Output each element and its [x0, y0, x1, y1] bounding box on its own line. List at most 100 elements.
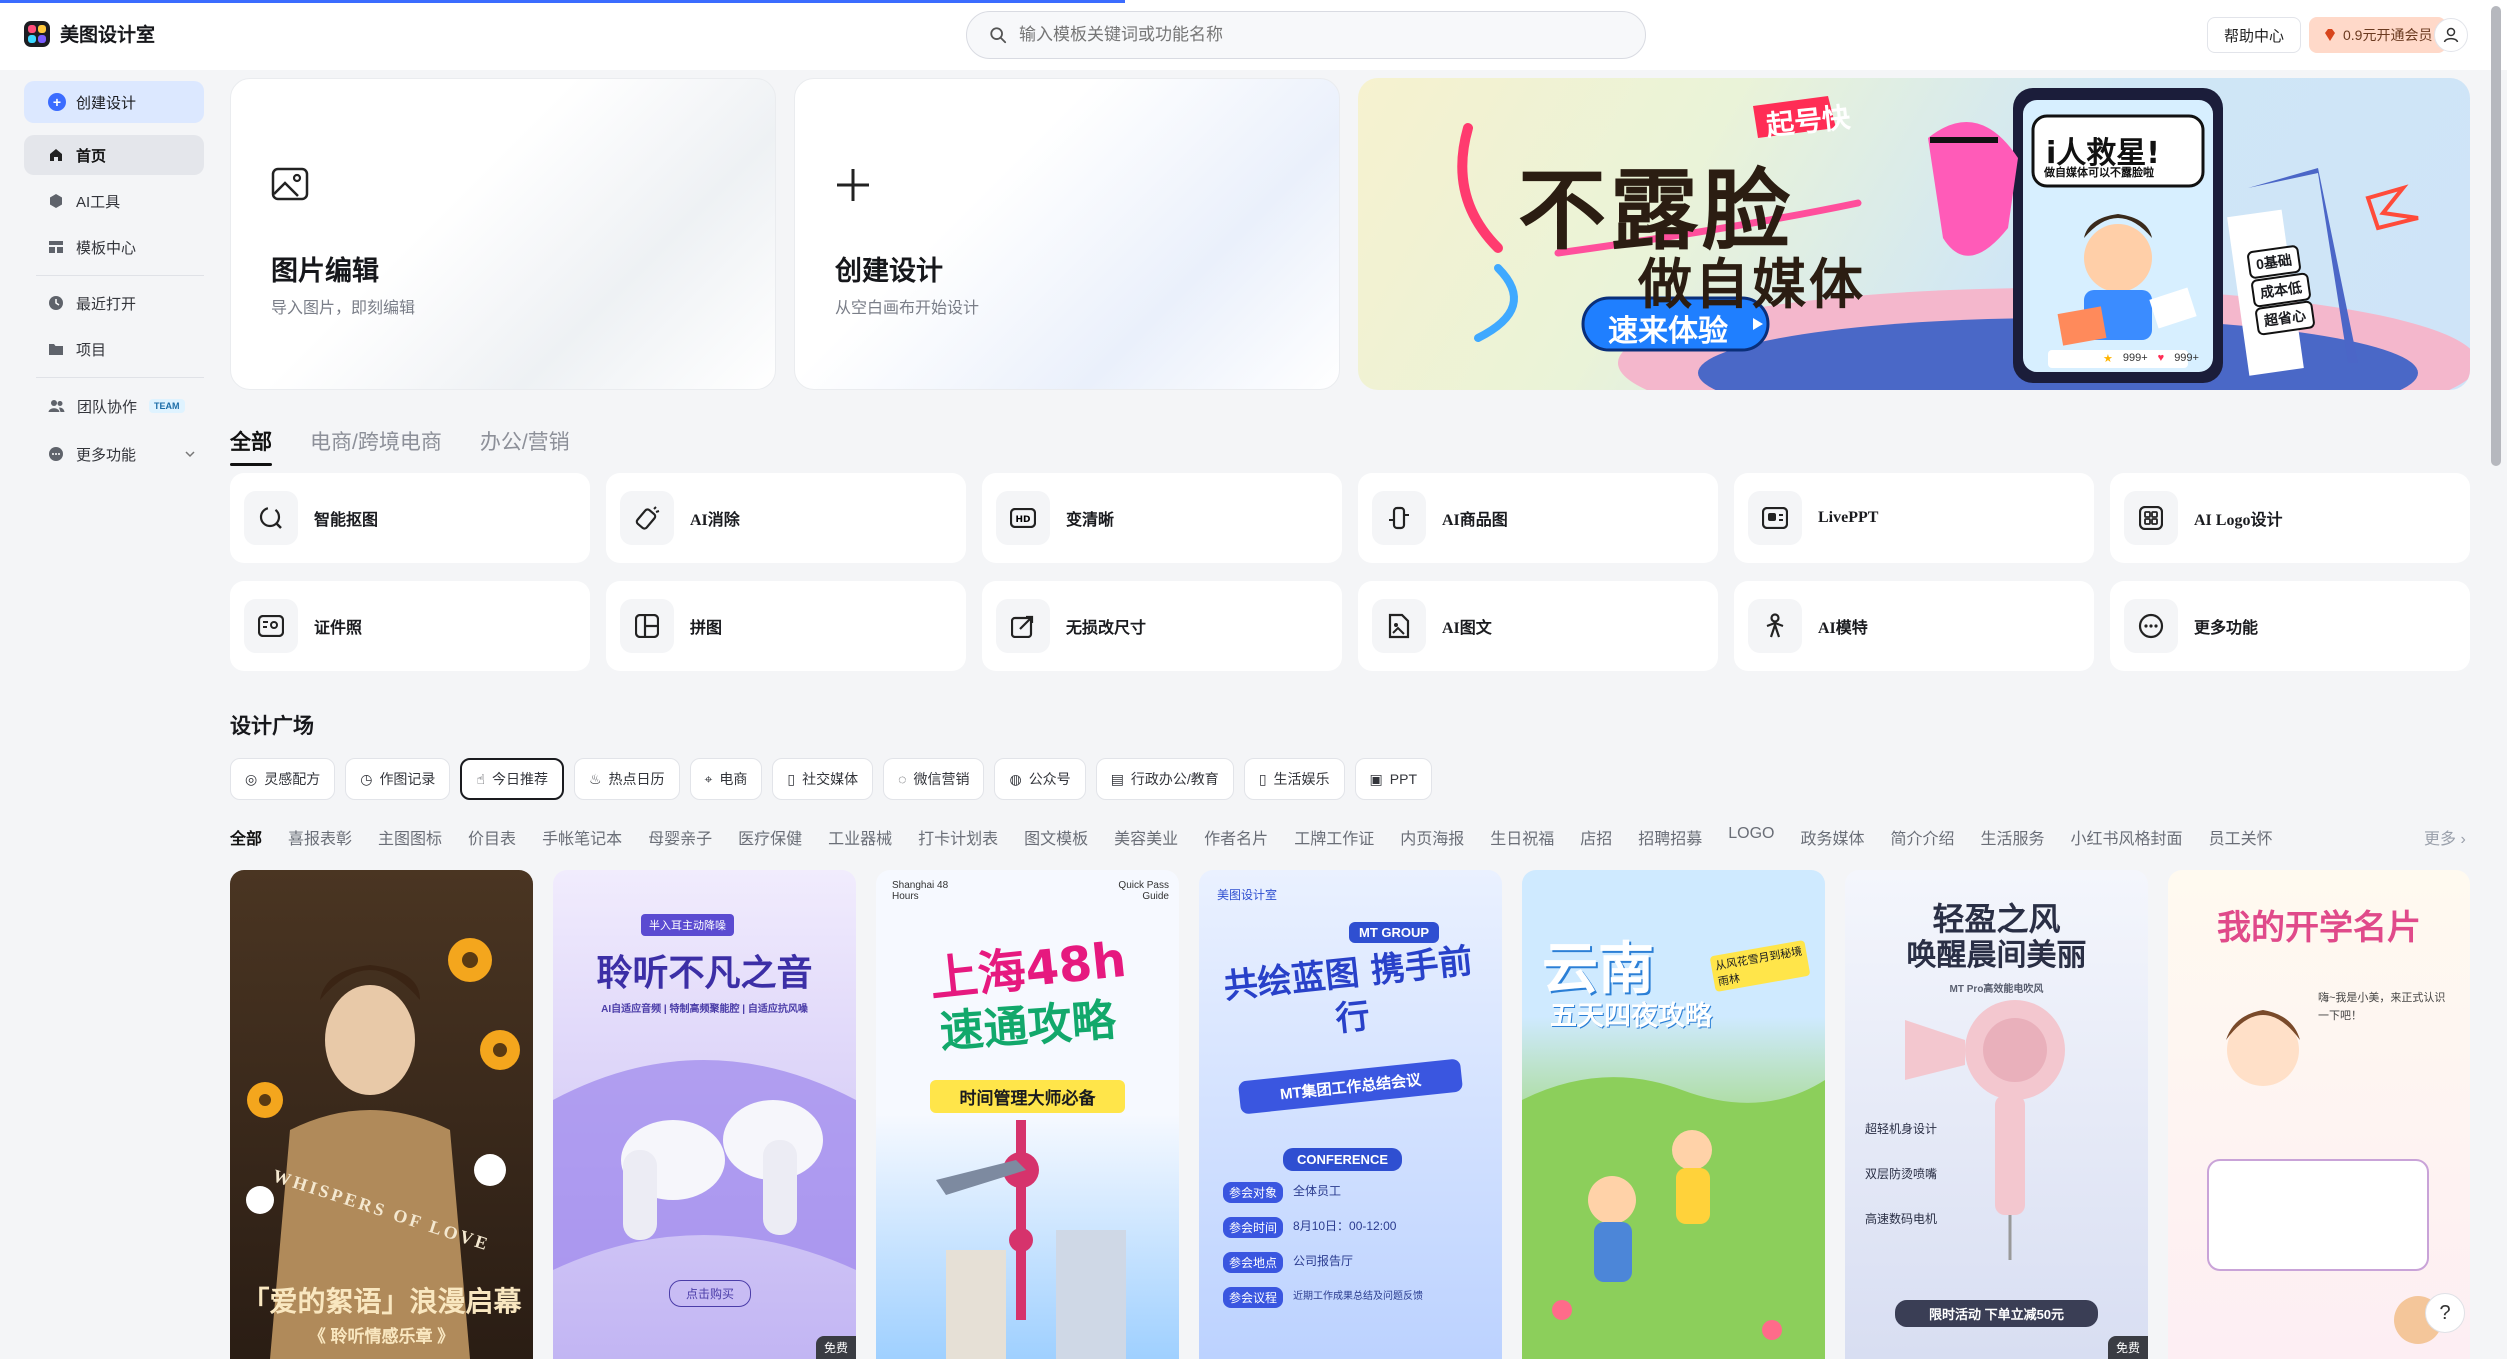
card-subtitle: 唤醒晨间美丽: [1906, 938, 2087, 973]
chevron-down-icon: [185, 451, 195, 458]
card-title: 「爱的絮语」浪漫启幕: [241, 1285, 522, 1318]
tool-more[interactable]: 更多功能: [2110, 581, 2470, 671]
chip-label: 微信营销: [913, 771, 970, 787]
sidebar-create-design-button[interactable]: + 创建设计: [24, 81, 204, 123]
template-card[interactable]: WHISPERS OF LOVE 「爱的絮语」浪漫启幕 《 聆听情感乐章 》: [230, 870, 533, 1359]
tool-resize[interactable]: 无损改尺寸: [982, 581, 1342, 671]
card-model: MT Pro高效能电吹风: [1949, 984, 2044, 995]
tool-label: AI消除: [690, 512, 740, 529]
sidebar-item-template-center[interactable]: 模板中心: [24, 227, 204, 267]
category-4[interactable]: 手帐笔记本: [542, 825, 622, 849]
tab-office-marketing[interactable]: 办公/营销: [480, 426, 570, 456]
image-edit-card[interactable]: 图片编辑 导入图片，即刻编辑: [230, 78, 776, 390]
card-subtitle: 五天四夜攻略: [1550, 1001, 1712, 1032]
info-key: 参会时间: [1223, 1217, 1284, 1238]
chip-inspiration[interactable]: ◎ 灵感配方: [230, 758, 336, 800]
page-scrollbar[interactable]: [2491, 6, 2501, 466]
tool-cutout[interactable]: 智能抠图: [230, 473, 590, 563]
chip-ppt[interactable]: ▣ PPT: [1354, 758, 1432, 800]
category-18[interactable]: 政务媒体: [1801, 825, 1865, 849]
app-logo[interactable]: 美图设计室: [24, 20, 155, 47]
category-filter: 全部 喜报表彰 主图图标 价目表 手帐笔记本 母婴亲子 医疗保健 工业器械 打卡计划表 图文模板 美…: [230, 825, 2470, 849]
image-icon: [271, 167, 309, 201]
thumb-icon: ☝: [476, 770, 485, 787]
category-0[interactable]: 全部: [230, 825, 262, 849]
free-badge: 免费: [2107, 1336, 2148, 1359]
category-15[interactable]: 店招: [1580, 825, 1612, 849]
sidebar-item-more[interactable]: 更多功能: [24, 434, 204, 474]
promo-banner[interactable]: 起号快 不露脸 做自媒体 速来体验 i人救星! 做自媒体可以不露脸啦 0基础 成…: [1358, 78, 2470, 390]
tool-ai-logo[interactable]: AI Logo设计: [2110, 473, 2470, 563]
chip-social[interactable]: ▯ 社交媒体: [772, 758, 874, 800]
category-17[interactable]: LOGO: [1728, 825, 1774, 849]
chip-ecommerce[interactable]: ⌖ 电商: [689, 758, 763, 800]
category-11[interactable]: 作者名片: [1204, 825, 1268, 849]
search-input[interactable]: [1019, 25, 1579, 45]
sidebar-item-team[interactable]: 团队协作 TEAM: [24, 386, 204, 426]
chip-wechat[interactable]: ◌ 微信营销: [883, 758, 985, 800]
template-card[interactable]: 美图设计室 MT GROUP 共绘蓝图 携手前行 MT集团工作总结会议 CONF…: [1199, 870, 1502, 1359]
template-card[interactable]: Shanghai 48 Hours Quick Pass Guide 上海48h…: [876, 870, 1179, 1359]
info-key: 参会地点: [1223, 1252, 1284, 1273]
tool-label: 变清晰: [1066, 512, 1115, 529]
user-avatar-button[interactable]: [2434, 18, 2468, 52]
category-13[interactable]: 内页海报: [1400, 825, 1464, 849]
category-3[interactable]: 价目表: [468, 825, 516, 849]
tool-ai-product[interactable]: AI商品图: [1358, 473, 1718, 563]
user-icon: [2443, 27, 2459, 43]
template-card[interactable]: 轻盈之风 唤醒晨间美丽 MT Pro高效能电吹风 超轻机身设计 双层防烫喷嘴 高…: [1845, 870, 2148, 1359]
tab-all[interactable]: 全部: [230, 426, 272, 466]
chip-official-account[interactable]: ◍ 公众号: [994, 758, 1086, 800]
more-categories-link[interactable]: 更多 ›: [2424, 825, 2466, 849]
sidebar-item-recent[interactable]: 最近打开: [24, 283, 204, 323]
help-fab-button[interactable]: ?: [2425, 1293, 2465, 1333]
category-9[interactable]: 图文模板: [1024, 825, 1088, 849]
sidebar-item-ai-tools[interactable]: AI工具: [24, 181, 204, 221]
account-icon: ◍: [1009, 770, 1022, 787]
category-21[interactable]: 小红书风格封面: [2071, 825, 2183, 849]
chip-life[interactable]: ▯ 生活娱乐: [1243, 758, 1345, 800]
category-6[interactable]: 医疗保健: [738, 825, 802, 849]
category-16[interactable]: 招聘招募: [1638, 825, 1702, 849]
resize-icon: [996, 599, 1050, 653]
category-20[interactable]: 生活服务: [1981, 825, 2045, 849]
template-card[interactable]: 我的开学名片 嗨~我是小美，来正式认识一下吧！: [2168, 870, 2470, 1359]
category-10[interactable]: 美容美业: [1114, 825, 1178, 849]
banner-cta[interactable]: 速来体验: [1608, 306, 1728, 350]
template-card[interactable]: 半入耳主动降噪 聆听不凡之音 AI自适应音频 | 特制高频聚能腔 | 自适应抗风…: [553, 870, 856, 1359]
sidebar-item-projects[interactable]: 项目: [24, 329, 204, 369]
template-card[interactable]: 云南 从风花雪月到秘境雨林 五天四夜攻略: [1522, 870, 1825, 1359]
sidebar-item-home[interactable]: 首页: [24, 135, 204, 175]
category-2[interactable]: 主图图标: [378, 825, 442, 849]
category-19[interactable]: 简介介绍: [1891, 825, 1955, 849]
tool-label: 拼图: [690, 620, 723, 637]
category-7[interactable]: 工业器械: [828, 825, 892, 849]
plaza-title: 设计广场: [230, 715, 314, 738]
category-1[interactable]: 喜报表彰: [288, 825, 352, 849]
category-12[interactable]: 工牌工作证: [1294, 825, 1374, 849]
category-5[interactable]: 母婴亲子: [648, 825, 712, 849]
category-8[interactable]: 打卡计划表: [918, 825, 998, 849]
search-bar[interactable]: [966, 11, 1646, 59]
plus-icon: +: [48, 93, 66, 111]
chip-label: 行政办公/教育: [1130, 771, 1219, 787]
tool-ai-text-image[interactable]: AI图文: [1358, 581, 1718, 671]
clock-icon: ◷: [360, 770, 373, 787]
category-14[interactable]: 生日祝福: [1490, 825, 1554, 849]
create-design-card[interactable]: 创建设计 从空白画布开始设计: [794, 78, 1340, 390]
vip-label: 0.9元开通会员: [2343, 27, 2433, 43]
tool-liveppt[interactable]: LivePPT: [1734, 473, 2094, 563]
chip-hot-calendar[interactable]: ♨ 热点日历: [573, 758, 680, 800]
help-center-button[interactable]: 帮助中心: [2207, 17, 2302, 53]
chip-today-recommend[interactable]: ☝ 今日推荐: [460, 758, 564, 800]
tab-ecommerce[interactable]: 电商/跨境电商: [310, 426, 442, 456]
chip-history[interactable]: ◷ 作图记录: [345, 758, 451, 800]
tool-collage[interactable]: 拼图: [606, 581, 966, 671]
chip-office-edu[interactable]: ▤ 行政办公/教育: [1095, 758, 1234, 800]
tool-enhance[interactable]: HD 变清晰: [982, 473, 1342, 563]
tool-id-photo[interactable]: 证件照: [230, 581, 590, 671]
category-22[interactable]: 员工关怀: [2209, 825, 2273, 849]
tool-ai-model[interactable]: AI模特: [1734, 581, 2094, 671]
tool-ai-eraser[interactable]: AI消除: [606, 473, 966, 563]
vip-button[interactable]: 0.9元开通会员: [2309, 17, 2447, 53]
